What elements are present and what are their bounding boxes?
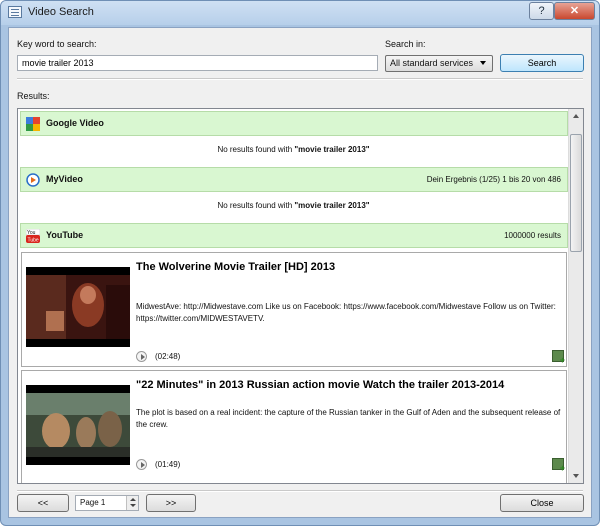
service-result-count: Dein Ergebnis (1/25) 1 bis 20 von 486 [426,175,561,184]
keyword-input[interactable]: movie trailer 2013 [17,55,378,71]
search-in-label: Search in: [385,39,426,49]
title-bar: Video Search ? ✕ [1,1,599,25]
service-name: YouTube [46,230,84,240]
results-scrollbar[interactable] [568,109,583,483]
video-description: The plot is based on a real incident: th… [136,408,561,429]
next-page-button[interactable]: >> [146,494,196,512]
search-button[interactable]: Search [500,54,584,72]
no-results-message: No results found with "movie trailer 201… [18,201,569,210]
video-title[interactable]: "22 Minutes" in 2013 Russian action movi… [136,379,504,391]
help-button[interactable]: ? [529,2,554,20]
service-name: MyVideo [46,174,83,184]
svg-text:Tube: Tube [28,238,39,244]
no-results-message: No results found with "movie trailer 201… [18,145,569,154]
dialog-client: Key word to search: movie trailer 2013 S… [8,27,592,518]
service-header-google: Google Video [20,111,568,136]
myvideo-icon [26,173,40,187]
youtube-icon: You Tube [25,228,41,244]
keyword-label: Key word to search: [17,39,97,49]
no-results-query: "movie trailer 2013" [294,145,370,154]
divider [17,490,583,492]
service-name: Google Video [46,118,104,128]
scrollbar-thumb[interactable] [570,134,582,252]
no-results-query: "movie trailer 2013" [294,201,370,210]
video-search-window: Video Search ? ✕ Key word to search: mov… [0,0,600,526]
video-result-item[interactable]: The Wolverine Movie Trailer [HD] 2013 Mi… [21,252,567,367]
video-title[interactable]: The Wolverine Movie Trailer [HD] 2013 [136,261,335,273]
window-app-icon [8,6,22,18]
play-icon[interactable] [136,459,147,470]
results-list[interactable]: Google Video No results found with "movi… [17,108,584,484]
service-header-myvideo: MyVideo Dein Ergebnis (1/25) 1 bis 20 vo… [20,167,568,192]
page-spinner-icon[interactable] [126,496,138,510]
video-result-item[interactable]: "22 Minutes" in 2013 Russian action movi… [21,370,567,483]
search-in-value: All standard services [390,58,474,68]
page-number-field[interactable]: Page 1 [75,495,139,511]
page-number-value: Page 1 [80,498,106,507]
search-in-select[interactable]: All standard services [385,55,493,72]
google-icon [26,117,40,131]
no-results-text: No results found with [217,201,295,210]
scroll-up-arrow-icon[interactable] [570,109,583,124]
video-duration: (02:48) [155,352,181,361]
video-duration: (01:49) [155,460,181,469]
results-label: Results: [17,91,50,101]
divider [17,78,583,80]
close-button[interactable]: Close [500,494,584,512]
no-results-text: No results found with [217,145,295,154]
add-to-list-icon[interactable] [552,458,565,473]
video-thumbnail[interactable] [26,385,130,465]
window-title: Video Search [28,6,94,18]
previous-page-button[interactable]: << [17,494,69,512]
window-close-button[interactable]: ✕ [554,2,595,20]
add-to-list-icon[interactable] [552,350,565,365]
svg-text:You: You [27,230,36,236]
scroll-down-arrow-icon[interactable] [570,468,583,483]
service-header-youtube: You Tube YouTube 1000000 results [20,223,568,248]
service-result-count: 1000000 results [504,231,561,240]
video-description: MidwestAve: http://Midwestave.com Like u… [136,302,556,323]
play-icon[interactable] [136,351,147,362]
video-thumbnail[interactable] [26,267,130,347]
chevron-down-icon [480,61,486,65]
